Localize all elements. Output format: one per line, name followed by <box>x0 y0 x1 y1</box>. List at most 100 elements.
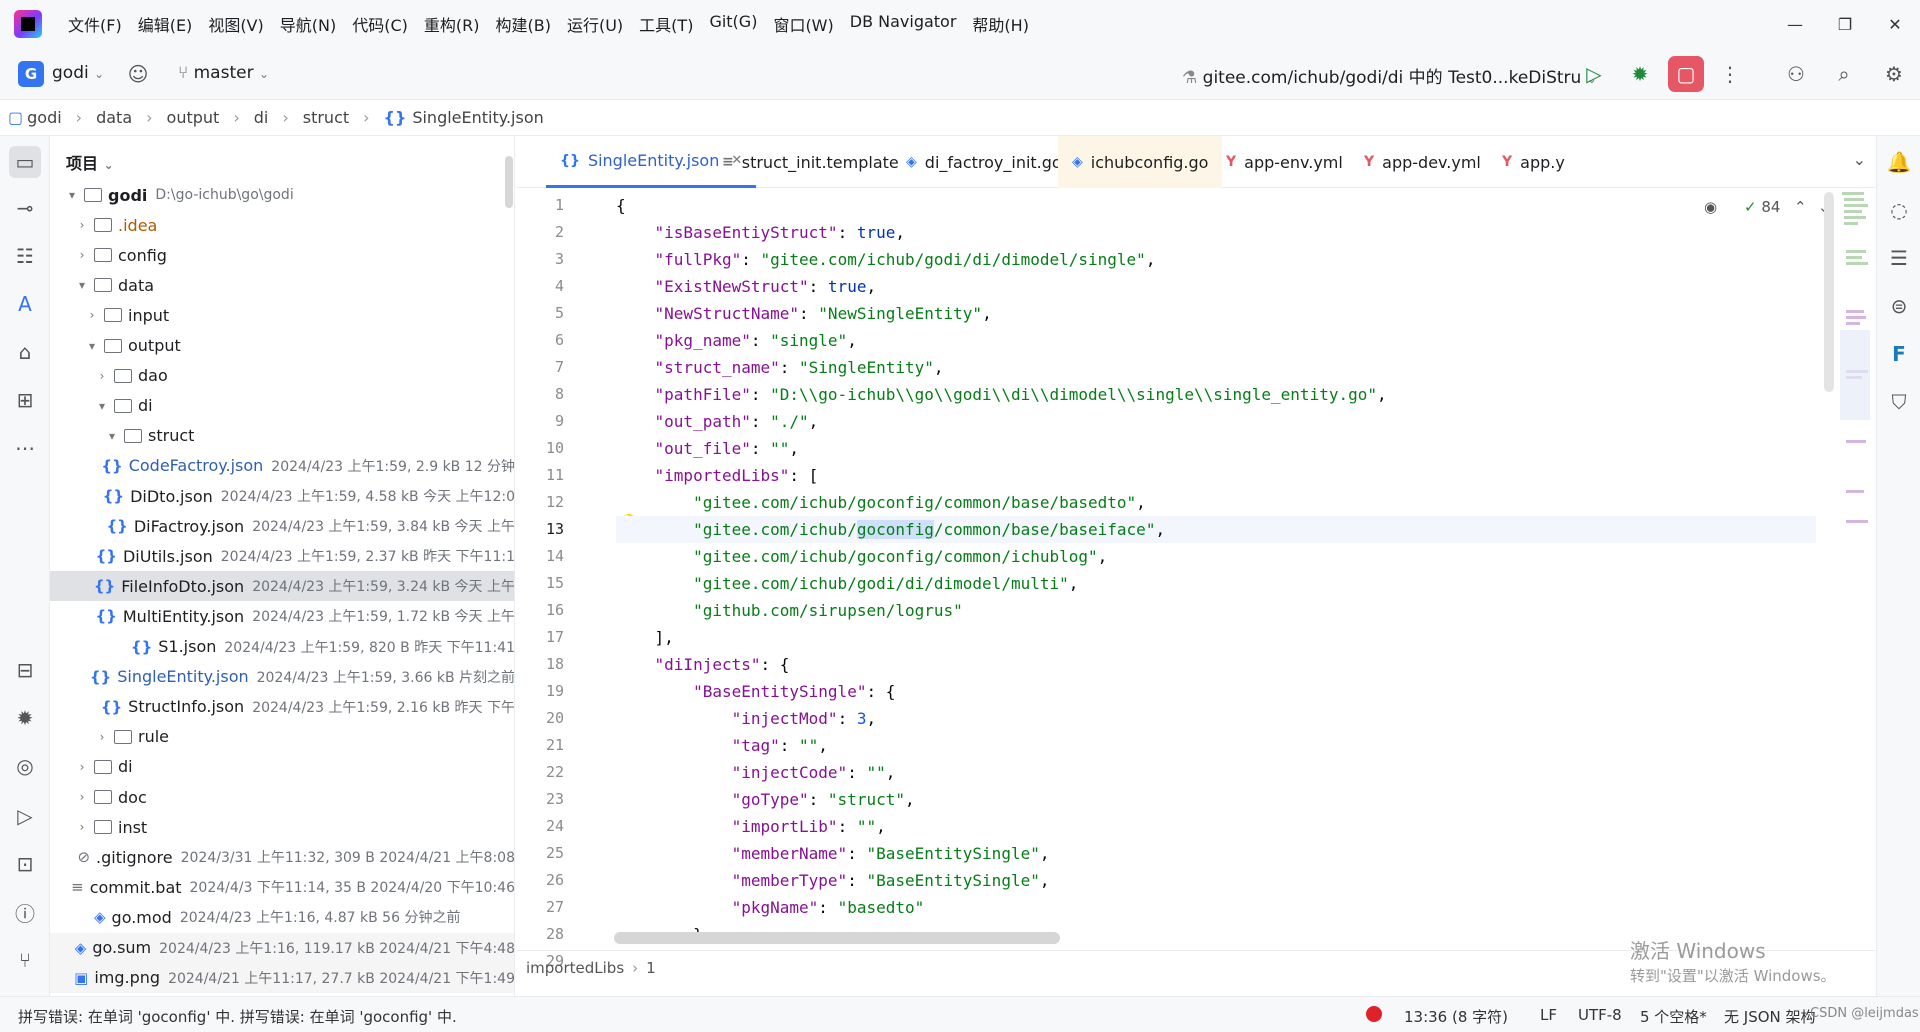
pull-requests-icon[interactable]: ☷ <box>9 240 41 272</box>
commit-tool-icon[interactable]: ⊸ <box>9 192 41 224</box>
settings-icon[interactable]: ⚙ <box>1880 60 1908 88</box>
code-line[interactable]: "importLib": "", <box>616 813 886 840</box>
menu-item[interactable]: Git(G) <box>701 12 765 36</box>
run-dashboard-icon[interactable]: ◎ <box>9 750 41 782</box>
panel-title[interactable]: 项目 ⌄ <box>66 150 114 174</box>
code-line[interactable]: "importedLibs": [ <box>616 462 819 489</box>
project-selector[interactable]: godi ⌄ <box>52 63 104 83</box>
breadcrumb-item[interactable]: output <box>167 108 220 127</box>
tree-row[interactable]: ▾ godi D:\go-ichub\go\godi <box>50 180 514 210</box>
line-separator[interactable]: LF <box>1540 1006 1557 1024</box>
code-line[interactable]: "ExistNewStruct": true, <box>616 273 877 300</box>
menu-item[interactable]: 文件(F) <box>60 12 130 36</box>
run-tool-icon[interactable]: ▷ <box>9 800 41 832</box>
editor-tab[interactable]: Yapp-dev.yml <box>1350 136 1495 188</box>
json-schema[interactable]: 无 JSON 架构 <box>1724 1006 1816 1027</box>
caret-position[interactable]: 13:36 (8 字符) <box>1404 1006 1508 1027</box>
code-line[interactable]: "gitee.com/ichub/goconfig/common/base/ba… <box>616 489 1146 516</box>
branch-selector[interactable]: ⑂ master ⌄ <box>178 63 269 83</box>
tree-row[interactable]: ◈ go.sum 2024/4/23 上午1:16, 119.17 kB 2024/… <box>50 932 514 963</box>
chevron-right-icon[interactable]: › <box>94 369 110 383</box>
code-line[interactable]: "gitee.com/ichub/goconfig/common/base/ba… <box>616 516 1816 543</box>
problems-icon[interactable]: ⓘ <box>9 896 41 928</box>
tree-row[interactable]: › di <box>50 752 514 782</box>
azure-icon[interactable]: A <box>9 288 41 320</box>
chevron-down-icon[interactable]: ▾ <box>104 429 120 443</box>
structure-icon[interactable]: ⊞ <box>9 384 41 416</box>
code-line[interactable]: "pkg_name": "single", <box>616 327 857 354</box>
tree-row[interactable]: {} DiUtils.json 2024/4/23 上午1:59, 2.37 kB … <box>50 541 514 571</box>
fm-plugin-icon[interactable]: F <box>1883 338 1915 370</box>
search-icon[interactable]: ⌕ <box>1830 60 1858 88</box>
editor-breadcrumb-item[interactable]: importedLibs <box>526 959 624 977</box>
code-line[interactable]: "injectMod": 3, <box>616 705 877 732</box>
breadcrumb-item[interactable]: SingleEntity.json <box>412 108 543 127</box>
code-line[interactable]: "tag": "", <box>616 732 828 759</box>
status-message[interactable]: 拼写错误: 在单词 'goconfig' 中. 拼写错误: 在单词 'gocon… <box>18 1006 457 1027</box>
chevron-right-icon[interactable]: › <box>74 790 90 804</box>
more-tools-icon[interactable]: ⋯ <box>9 432 41 464</box>
tree-row[interactable]: {} S1.json 2024/4/23 上午1:59, 820 B 昨天 下午11… <box>50 632 514 662</box>
tree-row[interactable]: {} DiFactroy.json 2024/4/23 上午1:59, 3.84 k… <box>50 511 514 541</box>
code-line[interactable]: "out_path": "./", <box>616 408 819 435</box>
database-icon[interactable]: ☰ <box>1883 242 1915 274</box>
code-line[interactable]: "gitee.com/ichub/godi/di/dimodel/multi", <box>616 570 1078 597</box>
code-line[interactable]: "pathFile": "D:\\go-ichub\\go\\godi\\di\… <box>616 381 1387 408</box>
tree-row[interactable]: › config <box>50 240 514 270</box>
tree-row[interactable]: ▣ img.png 2024/4/21 上午11:17, 27.7 kB 2024/… <box>50 962 514 993</box>
code-line[interactable]: "memberName": "BaseEntitySingle", <box>616 840 1050 867</box>
menu-item[interactable]: 帮助(H) <box>964 12 1037 36</box>
menu-item[interactable]: 编辑(E) <box>130 12 201 36</box>
stop-icon[interactable]: ▢ <box>1668 56 1704 92</box>
code-line[interactable]: "out_file": "", <box>616 435 800 462</box>
chevron-right-icon[interactable]: › <box>94 730 110 744</box>
tree-row[interactable]: {} SingleEntity.json 2024/4/23 上午1:59, 3.6… <box>50 662 514 692</box>
chevron-down-icon[interactable]: ▾ <box>64 188 80 202</box>
tree-row[interactable]: › .idea <box>50 210 514 240</box>
code-line[interactable]: "NewStructName": "NewSingleEntity", <box>616 300 992 327</box>
tabs-dropdown-icon[interactable]: ⌄ <box>1853 150 1866 169</box>
menu-item[interactable]: 代码(C) <box>344 12 416 36</box>
debug-tool-icon[interactable]: ✹ <box>9 702 41 734</box>
debug-icon[interactable]: ✹ <box>1626 60 1654 88</box>
tree-row[interactable]: ≡ commit.bat 2024/4/3 下午11:14, 35 B 2024/4… <box>50 872 514 902</box>
code-line[interactable]: { <box>616 192 626 219</box>
editor-tab[interactable]: Yapp-env.yml <box>1212 136 1357 188</box>
code-line[interactable]: "diInjects": { <box>616 651 790 678</box>
breadcrumb-item[interactable]: data <box>96 108 132 127</box>
code-content[interactable]: { "isBaseEntiyStruct": true, "fullPkg": … <box>616 188 1816 950</box>
chevron-down-icon[interactable]: ▾ <box>94 399 110 413</box>
editor-tab[interactable]: ◈ di_factroy_init.go <box>892 136 1076 188</box>
chevron-right-icon[interactable]: › <box>74 760 90 774</box>
code-line[interactable]: "injectCode": "", <box>616 759 896 786</box>
tree-row[interactable]: ▾ output <box>50 331 514 361</box>
menu-item[interactable]: 运行(U) <box>559 12 631 36</box>
tree-row[interactable]: {} DiDto.json 2024/4/23 上午1:59, 4.58 kB 今天… <box>50 481 514 511</box>
more-actions-icon[interactable]: ⋮ <box>1716 60 1744 88</box>
project-badge[interactable]: G <box>18 61 44 87</box>
code-line[interactable]: "goType": "struct", <box>616 786 915 813</box>
tree-row[interactable]: {} StructInfo.json 2024/4/23 上午1:59, 2.16 … <box>50 692 514 722</box>
editor-tab[interactable]: ≡ struct_init.template <box>708 136 913 188</box>
project-tool-icon[interactable]: ▭ <box>9 146 41 178</box>
tree-row[interactable]: ▾ data <box>50 270 514 300</box>
menu-item[interactable]: 构建(B) <box>488 12 559 36</box>
tree-scrollbar[interactable] <box>505 156 513 208</box>
tree-row[interactable]: {} CodeFactroy.json 2024/4/23 上午1:59, 2.9 … <box>50 451 514 481</box>
error-indicator-icon[interactable] <box>1366 1006 1382 1022</box>
vertical-scrollbar[interactable] <box>1824 192 1834 392</box>
tree-row[interactable]: ▾ di <box>50 391 514 421</box>
chevron-right-icon[interactable]: › <box>74 248 90 262</box>
security-icon[interactable]: ⛉ <box>1883 386 1915 418</box>
code-line[interactable]: "pkgName": "basedto" <box>616 894 925 921</box>
code-line[interactable]: "gitee.com/ichub/goconfig/common/ichublo… <box>616 543 1107 570</box>
run-config-selector[interactable]: ⚗ gitee.com/ichub/godi/di 中的 Test0...keD… <box>1182 63 1597 88</box>
chevron-right-icon[interactable]: › <box>84 308 100 322</box>
tree-row[interactable]: {} MultiEntity.json 2024/4/23 上午1:59, 1.72… <box>50 601 514 631</box>
indent-setting[interactable]: 5 个空格* <box>1640 1006 1707 1027</box>
tree-row[interactable]: › doc <box>50 782 514 812</box>
editor-breadcrumb-item[interactable]: 1 <box>646 959 656 977</box>
add-user-icon[interactable]: ⚇ <box>1782 60 1810 88</box>
menu-item[interactable]: DB Navigator <box>842 12 965 36</box>
ai-assistant-icon[interactable]: ☺ <box>124 60 152 88</box>
